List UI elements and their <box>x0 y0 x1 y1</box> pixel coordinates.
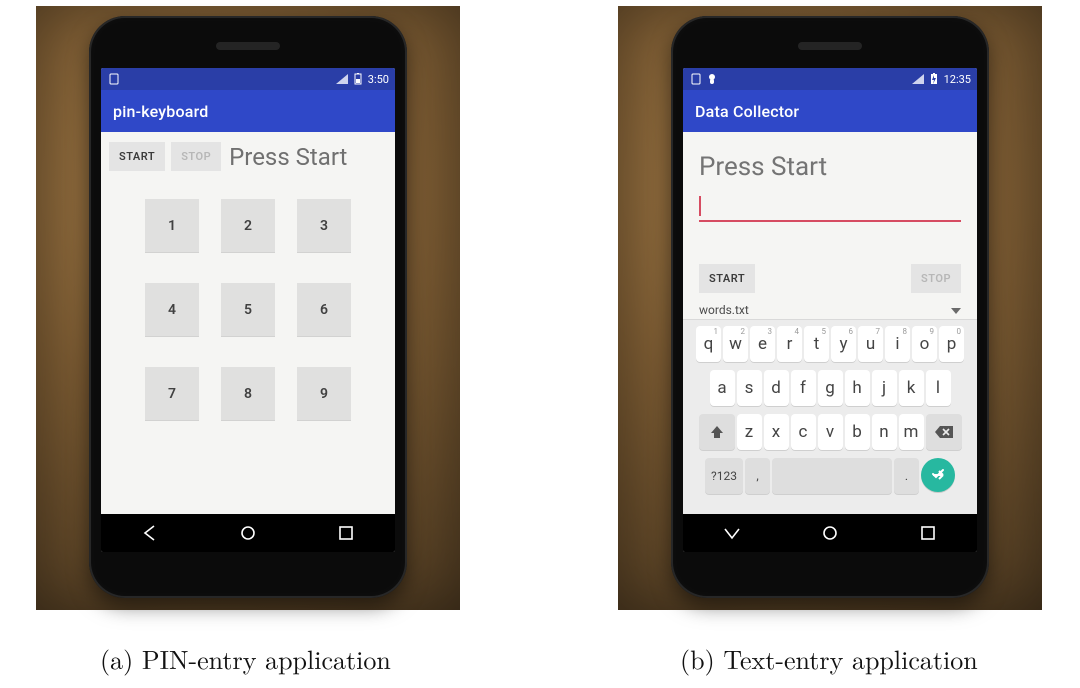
phone-speaker <box>216 42 280 50</box>
text-content: Press Start START STOP words.txt <box>683 132 977 514</box>
stop-button[interactable]: STOP <box>911 264 961 293</box>
stop-button[interactable]: STOP <box>171 142 221 171</box>
prompt-text: Press Start <box>683 132 977 186</box>
status-bar: 3:50 <box>101 68 395 90</box>
app-bar: pin-keyboard <box>101 90 395 132</box>
key-g[interactable]: g <box>818 370 843 406</box>
start-button[interactable]: START <box>109 142 165 171</box>
status-time: 3:50 <box>368 73 389 86</box>
key-p[interactable]: p0 <box>939 326 964 362</box>
phone-speaker <box>798 42 862 50</box>
debug-icon <box>707 73 717 85</box>
nav-back-ime-icon[interactable] <box>722 523 742 543</box>
key-r[interactable]: r4 <box>777 326 802 362</box>
pin-content: START STOP Press Start 123 456 789 <box>101 132 395 514</box>
key-s[interactable]: s <box>737 370 762 406</box>
keypad-key-6[interactable]: 6 <box>297 283 351 337</box>
caption-a: (a) PIN-entry application <box>100 640 391 677</box>
key-w[interactable]: w2 <box>723 326 748 362</box>
battery-charging-icon <box>930 73 938 85</box>
backspace-key[interactable] <box>926 414 962 450</box>
key-e[interactable]: e3 <box>750 326 775 362</box>
period-key[interactable]: . <box>894 458 919 494</box>
keypad-key-3[interactable]: 3 <box>297 199 351 253</box>
spinner-value: words.txt <box>699 303 749 317</box>
portrait-lock-icon <box>691 73 701 85</box>
key-u[interactable]: u7 <box>858 326 883 362</box>
status-time: 12:35 <box>944 73 971 86</box>
app-title: Data Collector <box>695 102 799 121</box>
key-q[interactable]: q1 <box>696 326 721 362</box>
battery-icon <box>354 73 362 85</box>
figure-b-photo: 12:35 Data Collector Press Start START S… <box>618 6 1042 610</box>
key-l[interactable]: l <box>926 370 951 406</box>
phone-a-screen: 3:50 pin-keyboard START STOP Press Start… <box>101 68 395 552</box>
android-nav-bar <box>101 514 395 552</box>
nav-recent-icon[interactable] <box>918 523 938 543</box>
android-nav-bar <box>683 514 977 552</box>
key-c[interactable]: c <box>791 414 816 450</box>
key-b[interactable]: b <box>845 414 870 450</box>
key-z[interactable]: z <box>737 414 762 450</box>
app-title: pin-keyboard <box>113 102 209 121</box>
key-j[interactable]: j <box>872 370 897 406</box>
key-y[interactable]: y6 <box>831 326 856 362</box>
key-a[interactable]: a <box>710 370 735 406</box>
text-cursor <box>699 196 701 216</box>
nav-home-icon[interactable] <box>820 523 840 543</box>
keypad-key-8[interactable]: 8 <box>221 367 275 421</box>
keypad-key-2[interactable]: 2 <box>221 199 275 253</box>
signal-icon <box>336 74 348 84</box>
space-key[interactable] <box>772 458 892 494</box>
nav-recent-icon[interactable] <box>336 523 356 543</box>
signal-icon <box>912 74 924 84</box>
phone-b-frame: 12:35 Data Collector Press Start START S… <box>671 16 989 598</box>
nav-back-icon[interactable] <box>140 523 160 543</box>
soft-keyboard: q1w2e3r4t5y6u7i8o9p0 asdfghjkl zxcvbnm <box>683 320 977 514</box>
status-bar: 12:35 <box>683 68 977 90</box>
key-x[interactable]: x <box>764 414 789 450</box>
key-f[interactable]: f <box>791 370 816 406</box>
figure-a-photo: 3:50 pin-keyboard START STOP Press Start… <box>36 6 460 610</box>
phone-a-frame: 3:50 pin-keyboard START STOP Press Start… <box>89 16 407 598</box>
nav-home-icon[interactable] <box>238 523 258 543</box>
caption-b: (b) Text-entry application <box>680 640 978 677</box>
key-t[interactable]: t5 <box>804 326 829 362</box>
enter-key[interactable] <box>921 458 955 492</box>
portrait-lock-icon <box>109 73 119 85</box>
symbols-key[interactable]: ?123 <box>705 458 743 494</box>
key-n[interactable]: n <box>872 414 897 450</box>
chevron-down-icon <box>951 303 961 317</box>
keypad-key-4[interactable]: 4 <box>145 283 199 337</box>
keypad: 123 456 789 <box>101 199 395 421</box>
keypad-key-5[interactable]: 5 <box>221 283 275 337</box>
file-spinner[interactable]: words.txt <box>683 299 977 320</box>
shift-key[interactable] <box>699 414 735 450</box>
key-o[interactable]: o9 <box>912 326 937 362</box>
key-v[interactable]: v <box>818 414 843 450</box>
prompt-text: Press Start <box>229 143 347 171</box>
key-h[interactable]: h <box>845 370 870 406</box>
key-d[interactable]: d <box>764 370 789 406</box>
key-k[interactable]: k <box>899 370 924 406</box>
key-i[interactable]: i8 <box>885 326 910 362</box>
keypad-key-9[interactable]: 9 <box>297 367 351 421</box>
start-button[interactable]: START <box>699 264 755 293</box>
app-bar: Data Collector <box>683 90 977 132</box>
text-input[interactable] <box>699 194 961 222</box>
comma-key[interactable]: , <box>745 458 770 494</box>
keypad-key-7[interactable]: 7 <box>145 367 199 421</box>
key-m[interactable]: m <box>899 414 924 450</box>
keypad-key-1[interactable]: 1 <box>145 199 199 253</box>
phone-b-screen: 12:35 Data Collector Press Start START S… <box>683 68 977 552</box>
